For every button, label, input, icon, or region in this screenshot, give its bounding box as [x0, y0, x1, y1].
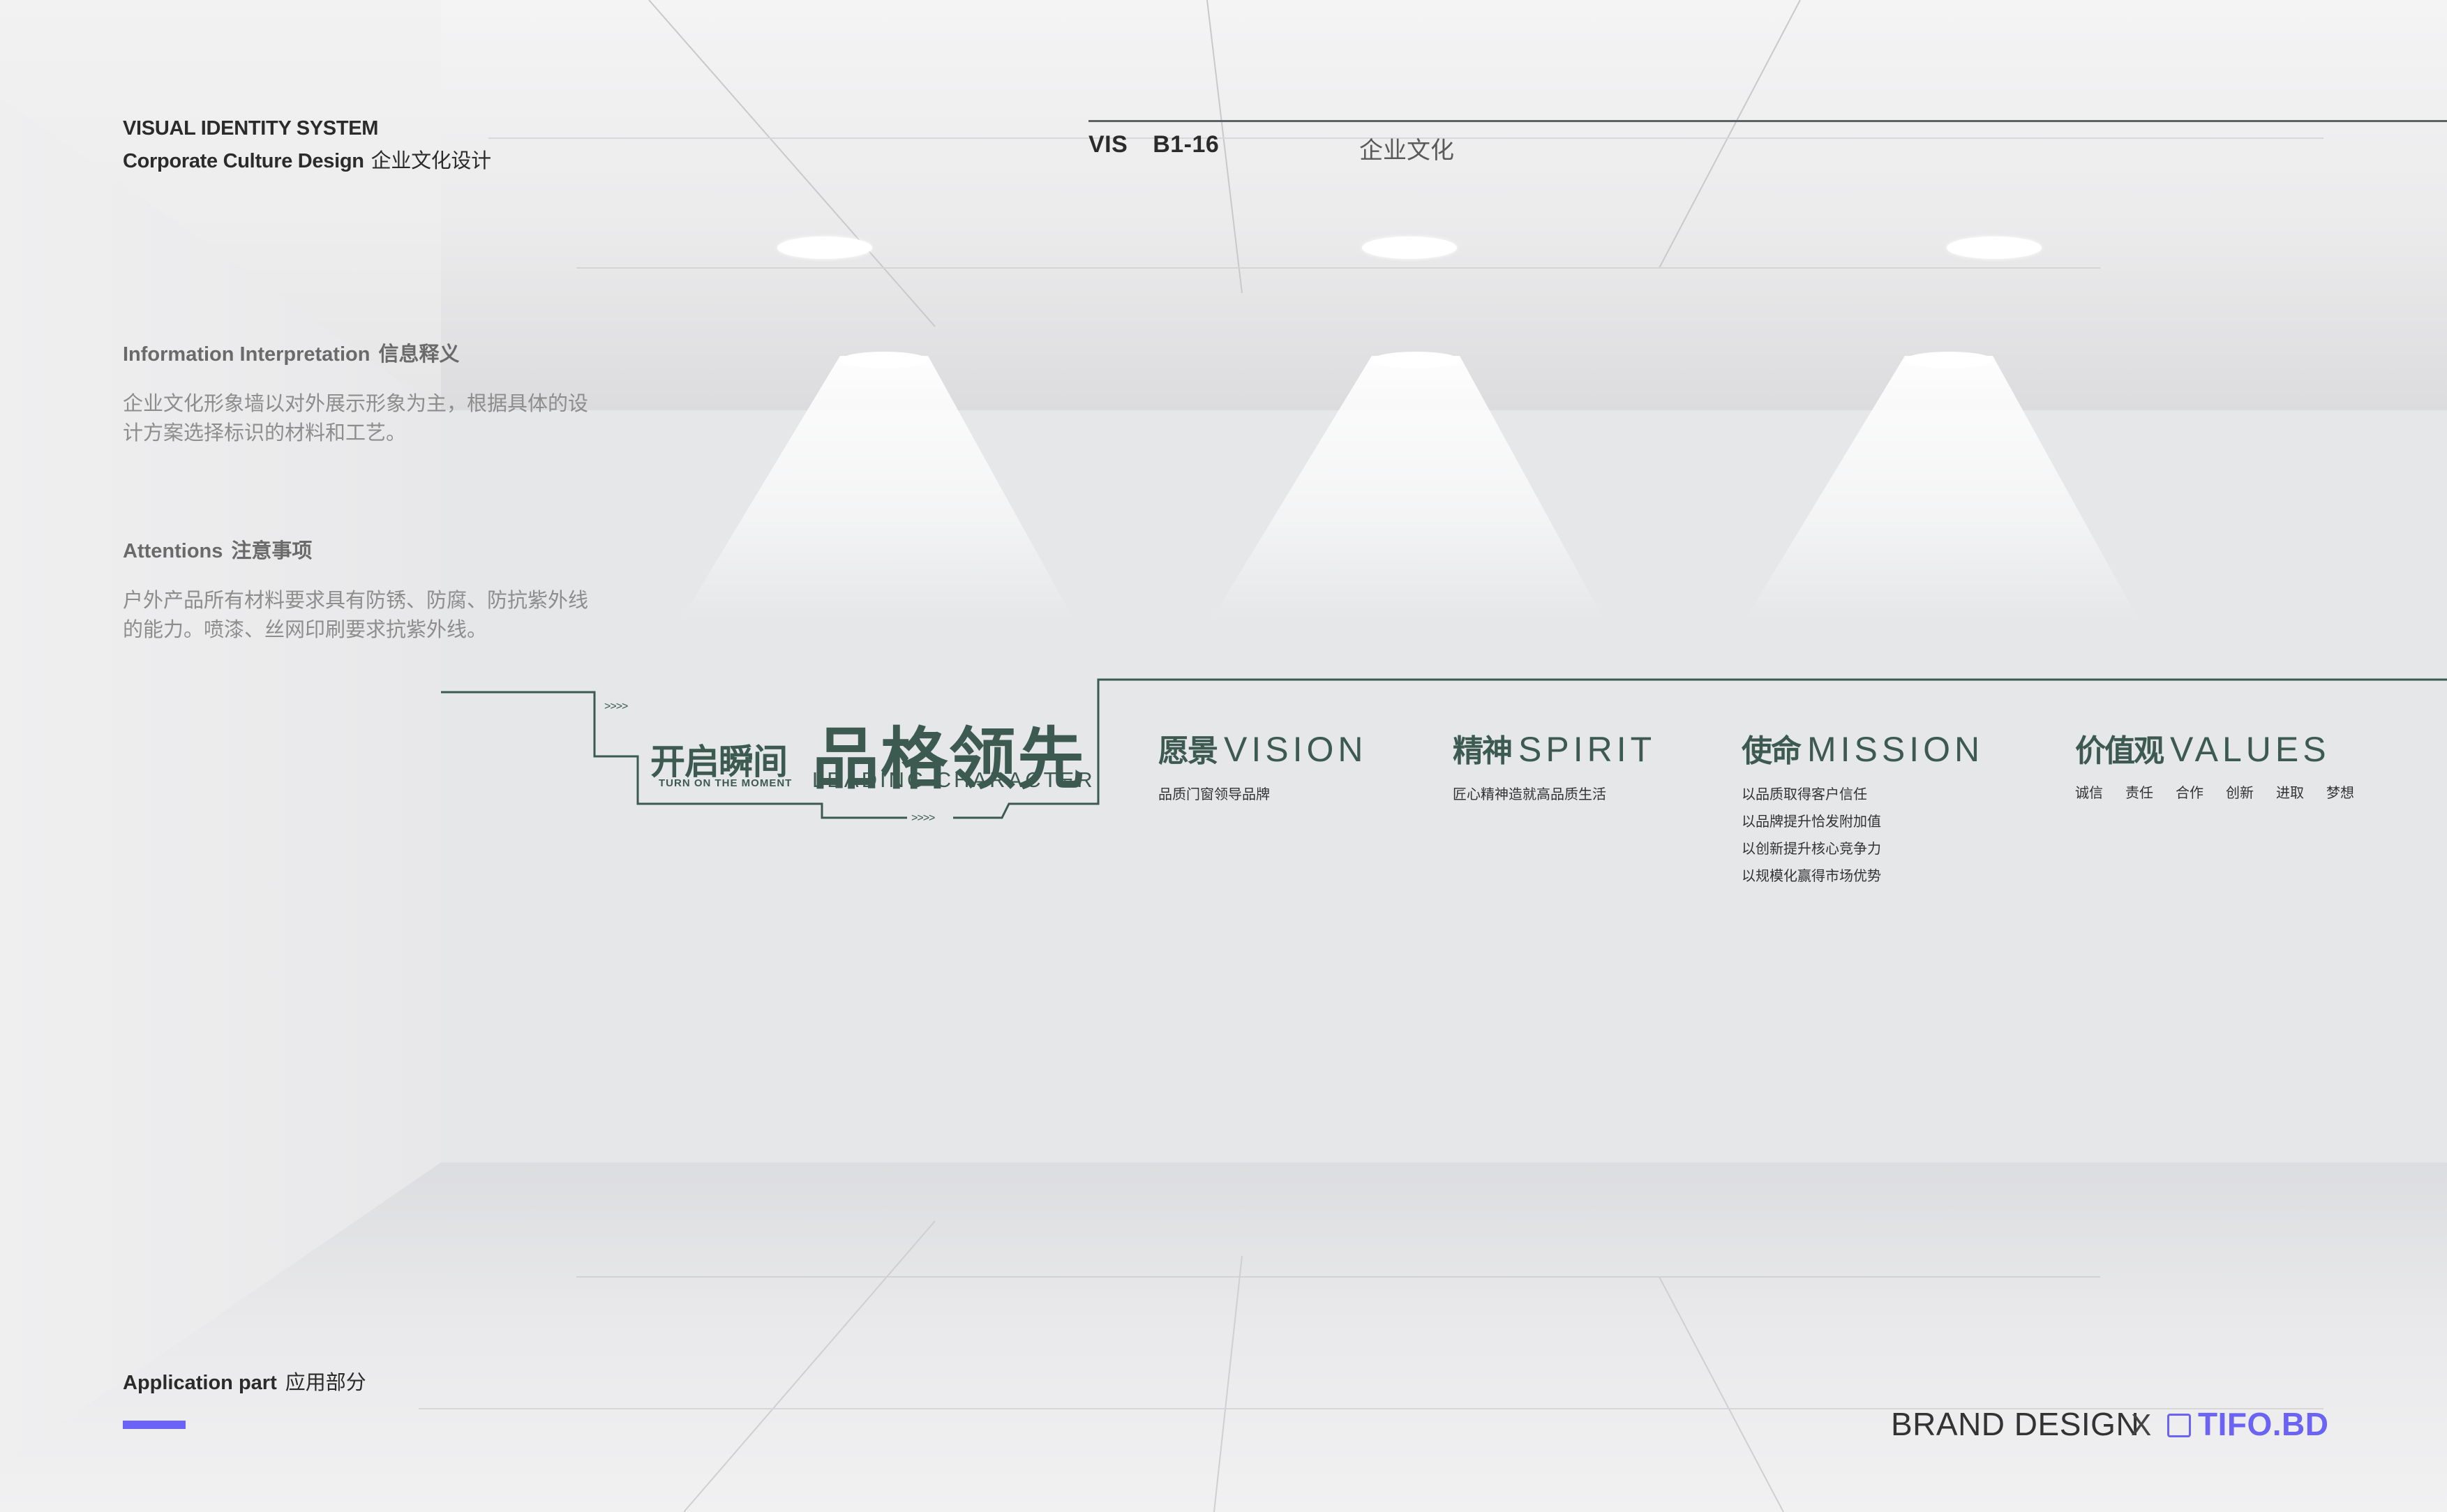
footer-brand-text: BRAND DESIGN [1891, 1406, 2140, 1442]
spirit-title-en: SPIRIT [1518, 730, 1656, 769]
values-title: 价值观 VALUES [2075, 726, 2354, 770]
value-item: 责任 [2125, 786, 2153, 801]
values-title-cn: 价值观 [2075, 734, 2164, 768]
mission-line: 以品质取得客户信任 [1742, 787, 1867, 802]
value-item: 进取 [2276, 786, 2304, 801]
slogan-big-en: LEADING CHARACTER [812, 768, 1095, 792]
arrow-deco-top: >>>> [604, 701, 628, 712]
slogan-small-en: TURN ON THE MOMENT [659, 777, 793, 789]
mission-line: 以品牌提升恰发附加值 [1742, 814, 1881, 830]
arrow-deco-bottom: >>>> [911, 812, 935, 824]
mission-line: 以创新提升核心竞争力 [1742, 841, 1881, 857]
accent-bar [123, 1421, 186, 1429]
spirit-title: 精神 SPIRIT [1453, 726, 1656, 770]
spirit-title-cn: 精神 [1453, 734, 1513, 768]
footer-separator: X [2131, 1408, 2152, 1442]
mission-title: 使命 MISSION [1742, 726, 1984, 770]
spirit-line: 匠心精神造就高品质生活 [1453, 787, 1606, 802]
values-block: 价值观 VALUES 诚信 责任 合作 创新 进取 梦想 [2075, 726, 2354, 802]
footer-logo-text: TIFO.BD [2198, 1406, 2329, 1442]
application-en: Application part [123, 1372, 277, 1394]
value-item: 合作 [2176, 786, 2203, 801]
vision-title-en: VISION [1224, 730, 1368, 769]
mission-line: 以规模化赢得市场优势 [1742, 869, 1881, 884]
value-item: 诚信 [2075, 786, 2103, 801]
mission-block: 使命 MISSION 以品质取得客户信任 以品牌提升恰发附加值 以创新提升核心竞争… [1742, 726, 1984, 890]
application-cn: 应用部分 [285, 1372, 366, 1394]
vision-line: 品质门窗领导品牌 [1158, 787, 1270, 802]
application-part-label: Application part 应用部分 [123, 1366, 366, 1395]
values-title-en: VALUES [2170, 730, 2330, 769]
spirit-block: 精神 SPIRIT 匠心精神造就高品质生活 [1453, 726, 1656, 809]
vision-title-cn: 愿景 [1158, 734, 1218, 768]
mission-title-cn: 使命 [1742, 734, 1802, 768]
vision-title: 愿景 VISION [1158, 726, 1367, 770]
tifo-logo-icon [2167, 1414, 2191, 1437]
vision-block: 愿景 VISION 品质门窗领导品牌 [1158, 726, 1367, 809]
value-item: 创新 [2226, 786, 2254, 801]
mission-title-en: MISSION [1807, 730, 1984, 769]
value-item: 梦想 [2326, 786, 2354, 801]
